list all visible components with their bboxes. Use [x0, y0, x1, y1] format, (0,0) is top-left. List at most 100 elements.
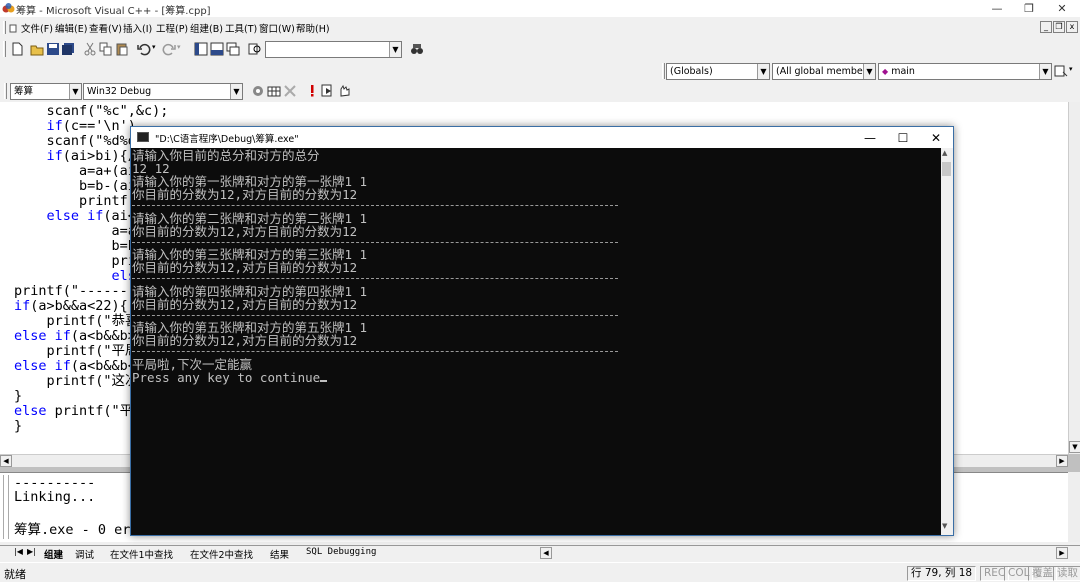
mdi-minimize-button[interactable]: _: [1040, 21, 1052, 33]
save-all-icon[interactable]: [61, 42, 75, 56]
toolbar-grip: [662, 63, 665, 79]
minimize-button[interactable]: —: [980, 0, 1014, 17]
console-close-button[interactable]: ✕: [919, 127, 953, 148]
project-combo[interactable]: 筹算 ▼: [10, 83, 82, 100]
stop-build-icon[interactable]: [283, 84, 297, 98]
members-combo[interactable]: (All global members ▼: [772, 63, 876, 80]
undo-icon[interactable]: [137, 42, 151, 56]
redo-dropdown-icon[interactable]: ▾: [177, 43, 181, 51]
tab-results[interactable]: 结果: [270, 547, 289, 561]
compile-icon[interactable]: [251, 84, 265, 98]
output-window-icon[interactable]: [210, 42, 224, 56]
menu-build[interactable]: 组建(B): [190, 21, 223, 35]
console-line: 你目前的分数为12,对方目前的分数为12: [132, 187, 358, 202]
tab-hscroll-right-icon[interactable]: ▶: [1056, 547, 1068, 559]
chevron-down-icon[interactable]: ▼: [757, 64, 769, 79]
console-vertical-scrollbar[interactable]: ▲ ▼: [941, 148, 953, 535]
toolbar-grip: [3, 41, 6, 57]
close-button[interactable]: ✕: [1045, 0, 1079, 17]
tab-sql-debugging[interactable]: SQL Debugging: [306, 547, 376, 557]
menu-edit[interactable]: 编辑(E): [55, 21, 87, 35]
code-line: els: [14, 269, 136, 284]
chevron-down-icon[interactable]: ▼: [69, 84, 81, 99]
copy-icon[interactable]: [99, 42, 113, 56]
chevron-down-icon[interactable]: ▼: [863, 64, 875, 79]
scroll-up-icon[interactable]: ▲: [942, 149, 947, 157]
class-combo[interactable]: (Globals) ▼: [666, 63, 770, 80]
mdi-restore-button[interactable]: ❐: [1053, 21, 1065, 33]
find-combo[interactable]: ▼: [265, 41, 402, 58]
tab-scroll-last-icon[interactable]: ▶|: [27, 547, 36, 556]
window-list-icon[interactable]: [226, 42, 240, 56]
menu-insert[interactable]: 插入(I): [123, 21, 152, 35]
console-line: 你目前的分数为12,对方目前的分数为12: [132, 333, 358, 348]
workspace-icon[interactable]: [194, 42, 208, 56]
menu-bar: 文件(F) 编辑(E) 查看(V) 插入(I) 工程(P) 组建(B) 工具(T…: [0, 19, 1080, 36]
console-separator: [132, 278, 618, 279]
code-line: else if(ai<: [46, 208, 136, 224]
find-in-files-icon[interactable]: [248, 42, 262, 56]
save-icon[interactable]: [46, 42, 60, 56]
console-separator: [132, 314, 618, 316]
wizard-action-icon[interactable]: [1054, 64, 1068, 78]
code-keyword: if: [46, 148, 63, 164]
breakpoint-hand-icon[interactable]: [337, 84, 351, 98]
new-file-icon[interactable]: [10, 42, 24, 56]
find-icon[interactable]: [410, 42, 424, 56]
console-minimize-button[interactable]: —: [853, 127, 887, 148]
console-line: 你目前的分数为12,对方目前的分数为12: [132, 260, 358, 275]
build-toolbar: 筹算 ▼ Win32 Debug ▼: [0, 81, 380, 101]
chevron-down-icon[interactable]: ▼: [1039, 64, 1051, 79]
menu-tools[interactable]: 工具(T): [225, 21, 257, 35]
paste-icon[interactable]: [115, 42, 129, 56]
tab-scroll-first-icon[interactable]: |◀: [14, 547, 23, 556]
console-separator: [132, 205, 618, 206]
console-maximize-button[interactable]: ☐: [886, 127, 920, 148]
console-scroll-thumb[interactable]: [942, 162, 951, 176]
code-keyword: else: [14, 403, 47, 419]
console-prompt: Press any key to continue: [132, 371, 328, 384]
menu-project[interactable]: 工程(P): [156, 21, 188, 35]
scroll-left-icon[interactable]: ◀: [0, 455, 12, 467]
tab-hscroll-left-icon[interactable]: ◀: [540, 547, 552, 559]
tab-find-in-files-2[interactable]: 在文件2中查找: [190, 547, 253, 561]
tab-debug[interactable]: 调试: [75, 547, 94, 561]
chevron-down-icon[interactable]: ▼: [230, 84, 242, 99]
output-vertical-scrollbar[interactable]: [1068, 472, 1080, 542]
method-icon: ◆: [882, 67, 889, 76]
console-separator: [132, 351, 618, 352]
scroll-down-icon[interactable]: ▼: [1069, 441, 1080, 453]
tab-find-in-files-1[interactable]: 在文件1中查找: [110, 547, 173, 561]
text-cursor: [320, 379, 328, 382]
wizard-dropdown-icon[interactable]: ▾: [1069, 65, 1073, 73]
cut-icon[interactable]: [83, 42, 97, 56]
editor-vertical-scrollbar[interactable]: ▼: [1068, 102, 1080, 454]
tab-build[interactable]: 组建: [44, 547, 63, 561]
code-line: printf("-------: [14, 283, 136, 299]
code-line: pri: [111, 253, 136, 269]
menu-help[interactable]: 帮助(H): [296, 21, 330, 35]
output-line: 筹算.exe - 0 er: [14, 522, 131, 538]
go-debug-icon[interactable]: [321, 84, 335, 98]
menu-file[interactable]: 文件(F): [9, 21, 53, 35]
config-combo[interactable]: Win32 Debug ▼: [83, 83, 243, 100]
menu-view[interactable]: 查看(V): [89, 21, 122, 35]
chevron-down-icon[interactable]: ▼: [389, 42, 401, 57]
output-grip: [3, 475, 9, 539]
function-combo[interactable]: ◆ main ▼: [878, 63, 1052, 80]
scroll-down-icon[interactable]: ▼: [942, 522, 947, 530]
title-bar: 筹算 - Microsoft Visual C++ - [筹算.cpp] — ❐…: [0, 0, 1080, 17]
execute-icon[interactable]: [305, 84, 319, 98]
mdi-close-button[interactable]: x: [1066, 21, 1078, 33]
code-line: b=b: [111, 238, 136, 254]
console-window[interactable]: "D:\C语言程序\Debug\筹算.exe" — ☐ ✕ 请输入你目前的总分和…: [130, 126, 954, 536]
scroll-right-icon[interactable]: ▶: [1056, 455, 1068, 467]
restore-button[interactable]: ❐: [1012, 0, 1046, 17]
redo-icon[interactable]: [162, 42, 176, 56]
build-icon[interactable]: [267, 84, 281, 98]
menu-window[interactable]: 窗口(W): [259, 21, 295, 35]
open-folder-icon[interactable]: [30, 42, 44, 56]
undo-dropdown-icon[interactable]: ▾: [152, 43, 156, 51]
toolbar-grip: [4, 83, 7, 99]
code-line: }: [14, 418, 23, 434]
